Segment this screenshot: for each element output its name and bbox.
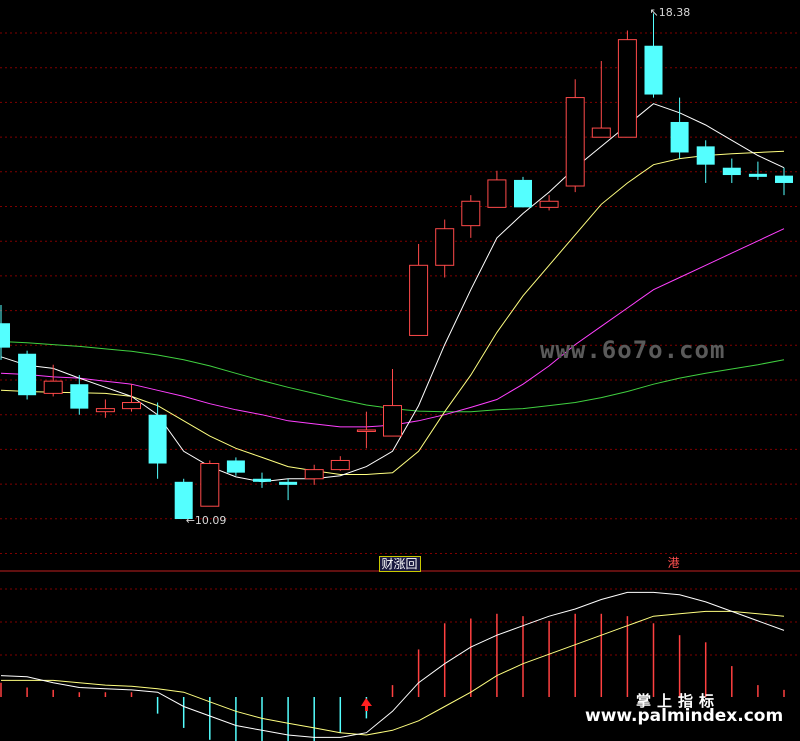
candle <box>383 368 402 437</box>
candle <box>356 411 376 449</box>
candle-body <box>461 200 481 227</box>
candle-body <box>356 429 376 432</box>
candle-body <box>644 45 663 95</box>
candle <box>487 170 507 208</box>
candle-body <box>722 167 741 176</box>
signal-tag-gang: 港 <box>666 556 682 570</box>
low-marker-icon: ← <box>185 514 195 528</box>
signal-tag-text: 财涨回 <box>381 557 418 571</box>
candle-body <box>696 146 715 165</box>
candle <box>330 456 350 471</box>
candle-body <box>539 200 559 208</box>
candle <box>0 304 10 360</box>
stock-chart <box>0 13 800 741</box>
candle-body <box>409 264 429 336</box>
candle <box>122 384 141 412</box>
candle <box>43 364 63 397</box>
candle <box>591 60 611 138</box>
candle <box>226 457 245 476</box>
candle-body <box>279 481 298 485</box>
candle-body <box>122 402 141 410</box>
candle-body <box>43 380 63 394</box>
candle-body <box>330 459 350 471</box>
candle-body <box>775 175 793 183</box>
candle-body <box>565 97 585 187</box>
candle-body <box>514 179 532 208</box>
candle <box>461 195 481 238</box>
candle <box>279 478 298 501</box>
candle <box>617 30 637 138</box>
candle-body <box>70 384 89 409</box>
candle-body <box>748 173 767 177</box>
signal-tag-text: 港 <box>667 556 680 570</box>
candle-body <box>487 179 507 208</box>
candle-body <box>95 408 115 413</box>
candle-body <box>226 460 245 473</box>
candle <box>148 402 167 479</box>
candlesticks <box>0 13 793 520</box>
candle-body <box>200 463 220 507</box>
high-price-value: 18.38 <box>658 6 691 20</box>
candle <box>409 243 429 336</box>
candle <box>748 161 767 180</box>
candle <box>174 478 193 520</box>
watermark-6o7o: www.6o7o.com <box>540 336 726 364</box>
candle <box>696 140 715 183</box>
candle <box>514 176 532 208</box>
candle <box>70 375 89 415</box>
candle-body <box>0 323 10 348</box>
candle <box>670 97 689 159</box>
candle-body <box>148 414 167 464</box>
candle <box>565 79 585 193</box>
candle <box>304 464 324 485</box>
candle <box>200 460 220 507</box>
candle <box>18 350 37 400</box>
low-price-value: 10.09 <box>194 514 227 528</box>
high-price-label: ↖18.38 <box>650 7 691 19</box>
high-marker-icon: ↖ <box>649 6 659 20</box>
candle-body <box>435 228 455 266</box>
candle <box>435 219 455 278</box>
candle-body <box>670 121 689 153</box>
candle-body <box>18 353 37 396</box>
watermark-palmindex-url: www.palmindex.com <box>585 706 784 726</box>
candle <box>722 158 741 183</box>
candle <box>253 472 271 488</box>
candle-body <box>383 405 402 437</box>
candle-body <box>253 478 271 482</box>
signal-tag-caizhanghui: 财涨回 <box>378 556 421 572</box>
candle-body <box>591 127 611 138</box>
buy-signal-arrow-icon <box>361 698 372 711</box>
candle-body <box>617 39 637 138</box>
candle-body <box>304 469 324 480</box>
low-price-label: ←10.09 <box>186 515 227 527</box>
candle <box>644 13 663 98</box>
